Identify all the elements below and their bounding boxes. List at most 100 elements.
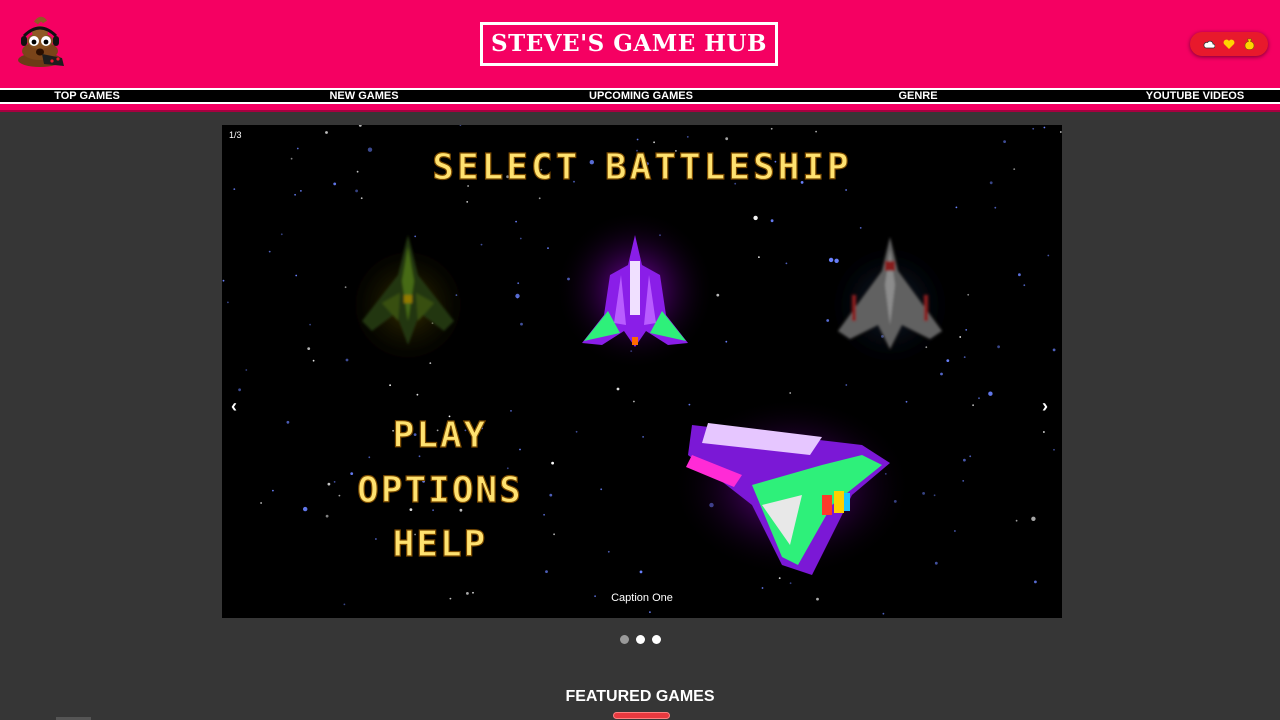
star	[233, 188, 236, 190]
star	[815, 130, 817, 133]
star	[789, 392, 792, 394]
star	[753, 215, 758, 221]
status-pill[interactable]	[1190, 32, 1268, 56]
star	[965, 329, 968, 331]
carousel-next-button[interactable]: ›	[1042, 397, 1048, 415]
carousel-prev-button[interactable]: ‹	[231, 397, 237, 415]
carousel-dot-2[interactable]	[636, 635, 645, 644]
star	[416, 393, 419, 396]
site-title[interactable]: STEVE'S GAME HUB	[480, 22, 778, 66]
star	[962, 480, 965, 482]
star	[519, 237, 522, 240]
nav-item-upcoming-games[interactable]: UPCOMING GAMES	[586, 90, 696, 102]
star	[355, 189, 358, 193]
nav-item-new-games[interactable]: NEW GAMES	[319, 90, 409, 102]
star	[480, 243, 483, 246]
star	[325, 514, 329, 518]
star	[238, 388, 241, 392]
money-bag-icon[interactable]	[1242, 37, 1256, 51]
star	[761, 587, 764, 589]
star	[510, 410, 512, 412]
star	[994, 206, 997, 209]
star	[758, 256, 760, 258]
star	[303, 506, 308, 512]
star	[272, 489, 274, 492]
slide-caption: Caption One	[611, 592, 673, 604]
star	[309, 323, 311, 326]
star	[1059, 131, 1062, 133]
star	[350, 472, 354, 475]
star	[520, 322, 523, 326]
ship-center-icon	[555, 210, 715, 370]
star	[296, 147, 299, 150]
star	[954, 530, 956, 532]
featured-games-heading: FEATURED GAMES	[565, 688, 715, 705]
star	[290, 157, 293, 160]
heart-icon[interactable]	[1222, 37, 1236, 51]
star	[988, 391, 993, 396]
star	[549, 493, 553, 497]
star	[616, 387, 620, 391]
star	[1003, 140, 1006, 143]
star	[553, 533, 555, 536]
star	[636, 138, 639, 141]
starfield	[222, 125, 1062, 615]
menu-play: PLAY	[393, 415, 488, 456]
nav-item-youtube-videos[interactable]: YOUTUBE VIDEOS	[1140, 90, 1250, 102]
carousel-indicators	[620, 635, 661, 644]
star	[280, 233, 283, 236]
star	[575, 430, 578, 433]
star	[245, 369, 248, 371]
star	[515, 293, 520, 299]
star	[547, 247, 549, 249]
star	[1043, 431, 1045, 433]
nav-item-top-games[interactable]: TOP GAMES	[42, 90, 132, 102]
star	[268, 250, 271, 253]
star	[333, 481, 336, 483]
nav-item-genre[interactable]: GENRE	[888, 90, 948, 102]
cloud-icon[interactable]	[1202, 37, 1216, 51]
star	[538, 197, 541, 200]
star	[466, 201, 469, 203]
star	[639, 570, 643, 574]
star	[325, 131, 328, 134]
star	[1018, 273, 1021, 277]
star	[963, 458, 966, 462]
image-carousel[interactable]: SELECT BATTLESHIP PLAY OPTIONS HELP 1/3 …	[222, 125, 1062, 618]
poop-gamer-logo-icon[interactable]	[14, 14, 70, 70]
star	[1034, 580, 1037, 584]
star	[356, 170, 359, 173]
site-header: STEVE'S GAME HUB	[0, 0, 1280, 88]
star	[845, 384, 848, 386]
carousel-dot-3[interactable]	[652, 635, 661, 644]
star	[686, 136, 689, 138]
star	[545, 570, 548, 573]
star	[1047, 254, 1050, 257]
star	[1053, 448, 1055, 451]
star	[967, 293, 970, 296]
star	[989, 181, 993, 185]
star	[286, 420, 290, 424]
star	[688, 403, 691, 406]
star	[295, 274, 298, 277]
star	[517, 282, 520, 285]
star	[905, 400, 908, 403]
star	[972, 404, 974, 407]
menu-help: HELP	[393, 524, 488, 565]
star	[969, 455, 972, 458]
star	[789, 582, 792, 585]
slide-heading: SELECT BATTLESHIP	[432, 147, 851, 188]
star	[519, 448, 521, 451]
carousel-dot-1[interactable]	[620, 635, 629, 644]
ship-featured-icon	[672, 397, 912, 577]
star	[1015, 519, 1018, 522]
star	[785, 262, 788, 265]
star	[959, 336, 962, 338]
star	[922, 492, 925, 495]
star	[307, 347, 311, 350]
star	[725, 340, 728, 343]
star	[327, 482, 331, 486]
star	[600, 488, 603, 491]
star	[607, 550, 610, 553]
star	[642, 436, 644, 438]
